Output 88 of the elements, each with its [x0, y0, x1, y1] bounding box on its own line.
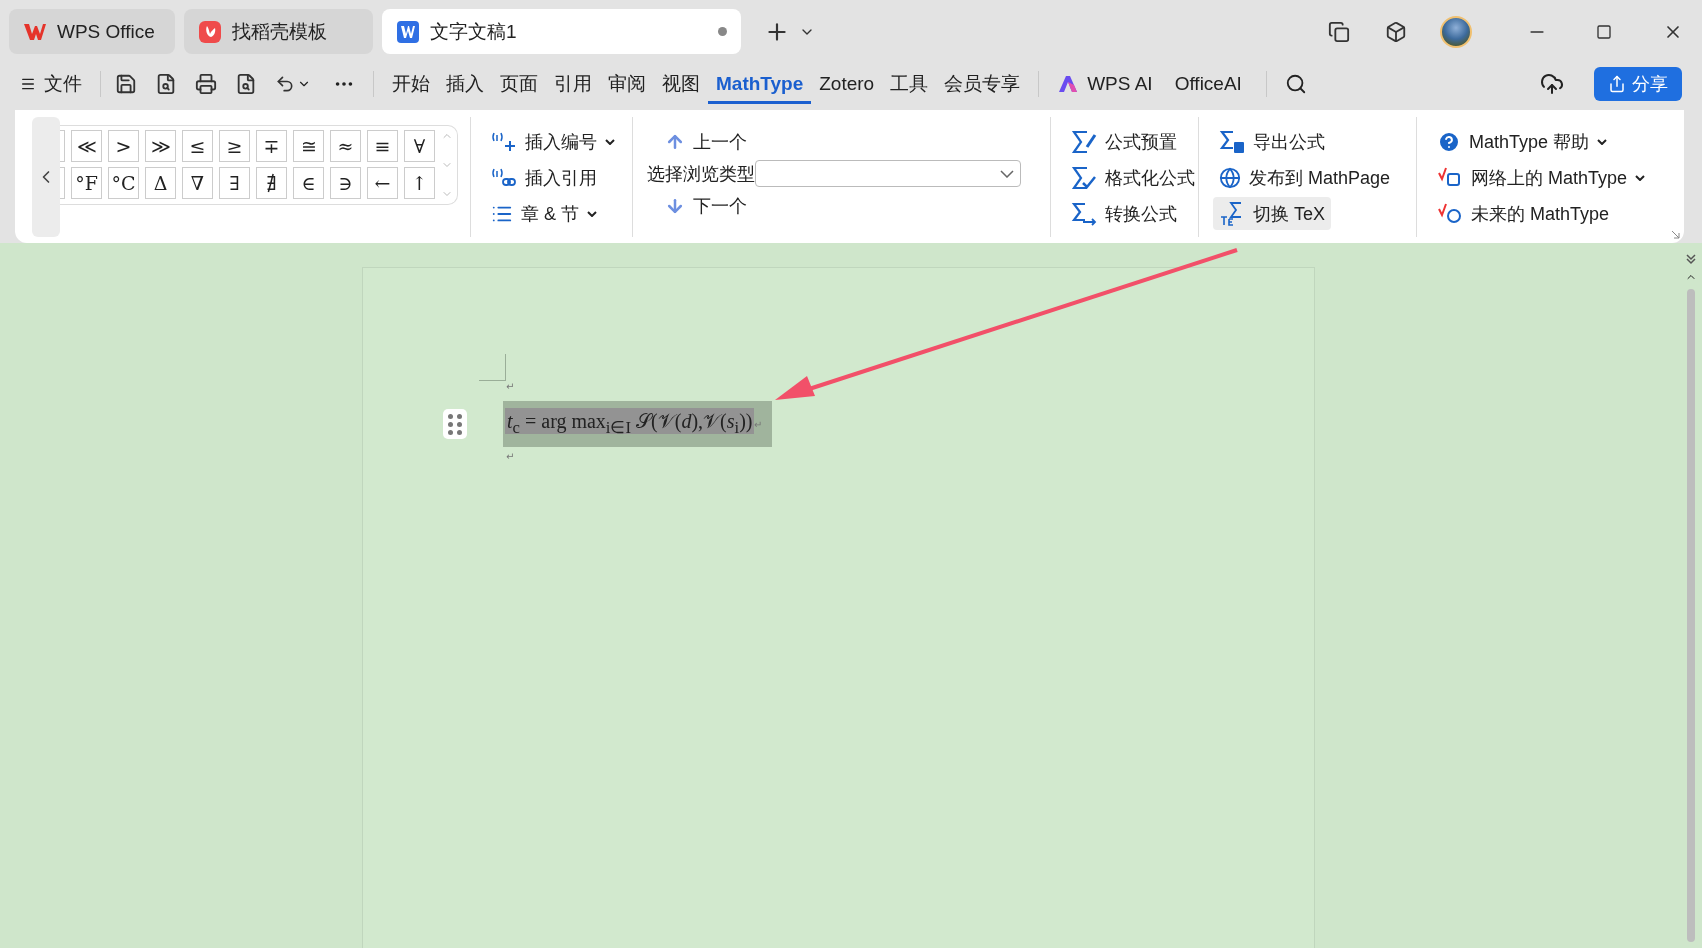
ribbon-button[interactable]: 插入编号: [485, 125, 621, 158]
symbol-cell[interactable]: ≫: [145, 130, 176, 162]
ribbon-button[interactable]: 发布到 MathPage: [1213, 161, 1397, 194]
ribbon-button[interactable]: 格式化公式: [1065, 161, 1201, 194]
symbol-cell[interactable]: >: [108, 130, 139, 162]
ribbon-tab[interactable]: MathType: [708, 63, 812, 104]
symbol-cell[interactable]: ∈: [293, 167, 324, 199]
ribbon-tab[interactable]: 开始: [384, 63, 438, 104]
symbol-cell[interactable]: ↑: [404, 167, 435, 199]
sigma-arrows-icon: [1071, 200, 1097, 227]
ribbon-button[interactable]: 未来的 MathType: [1431, 197, 1616, 230]
sigma-disk-icon: [1219, 128, 1245, 155]
writer-logo-icon: [396, 19, 420, 44]
symbol-cell[interactable]: ∓: [256, 130, 287, 162]
symbol-cell[interactable]: ≈: [330, 130, 361, 162]
reference-icon: [491, 166, 517, 189]
symbol-cell[interactable]: ≡: [367, 130, 398, 162]
sigma-pen-icon: [1071, 128, 1097, 155]
symbol-cell[interactable]: ≅: [293, 130, 324, 162]
collapse-icon[interactable]: [1685, 253, 1697, 265]
ribbon-tab[interactable]: 插入: [438, 63, 492, 104]
maximize-icon[interactable]: [1596, 23, 1612, 40]
paragraph-mark: ↵: [754, 419, 763, 430]
browse-type-label: 选择浏览类型: [647, 162, 755, 186]
symbol-cell[interactable]: [60, 167, 65, 199]
ribbon-button[interactable]: 插入引用: [485, 161, 603, 194]
document-tab[interactable]: 找稻壳模板: [184, 9, 373, 54]
search-icon[interactable]: [1284, 72, 1307, 95]
symbol-cell[interactable]: ∋: [330, 167, 361, 199]
symbol-cell[interactable]: °F: [71, 167, 102, 199]
ribbon-tab[interactable]: OfficeAI: [1166, 63, 1250, 104]
drag-handle[interactable]: [443, 409, 467, 439]
ribbon-tab[interactable]: 引用: [546, 63, 600, 104]
paragraph-mark: ↵: [506, 451, 516, 464]
share-button[interactable]: 分享: [1594, 66, 1682, 101]
numbering-icon: [491, 130, 517, 153]
template-logo-icon: [198, 19, 222, 44]
symbol-cell[interactable]: ∄: [256, 167, 287, 199]
avatar[interactable]: [1440, 15, 1472, 48]
symbol-cell[interactable]: ∇: [182, 167, 213, 199]
document-tab[interactable]: 文字文稿1: [382, 9, 741, 54]
ribbon-button[interactable]: 切换 TeX: [1213, 197, 1332, 230]
margin-corner-mark: [479, 354, 506, 381]
dialog-launcher-icon[interactable]: [1671, 230, 1680, 239]
cloud-upload-icon[interactable]: [1540, 71, 1564, 96]
paragraph-mark: ↵: [506, 381, 516, 394]
ribbon-button[interactable]: 章 & 节: [485, 197, 603, 230]
symbol-cell[interactable]: ←: [367, 167, 398, 199]
formula[interactable]: t$_{c}$ = arg max$_{i∈I}$ 𝒮(𝒱(d),𝒱(s$_{i}$))↵: [503, 401, 773, 447]
ribbon-tab[interactable]: WPS AI: [1049, 63, 1161, 104]
symbol-cell[interactable]: Δ: [145, 167, 176, 199]
symbol-cell[interactable]: [60, 130, 65, 162]
symbol-cell[interactable]: ≤: [182, 130, 213, 162]
print-icon[interactable]: [195, 72, 217, 95]
share-icon: [1608, 74, 1626, 93]
cube-icon[interactable]: [1385, 20, 1407, 43]
caret-icon: [1000, 169, 1014, 178]
symbol-cell[interactable]: ≪: [71, 130, 102, 162]
next-button[interactable]: 下一个: [659, 189, 753, 222]
ribbon-button[interactable]: MathType 帮助: [1431, 125, 1614, 158]
ribbon-tab[interactable]: 工具: [882, 63, 937, 104]
ribbon-button[interactable]: 网络上的 MathType: [1431, 161, 1652, 194]
windows-icon[interactable]: [1328, 20, 1350, 43]
ribbon-tab[interactable]: 会员专享: [936, 63, 1029, 104]
save-icon[interactable]: [115, 72, 137, 95]
scrollbar-thumb[interactable]: [1687, 289, 1695, 942]
document-tab[interactable]: WPS Office: [9, 9, 175, 54]
ribbon-tab[interactable]: 视图: [654, 63, 708, 104]
unsaved-dot: [718, 27, 727, 36]
symbol-cell[interactable]: °C: [108, 167, 139, 199]
ai-logo-icon: [1057, 74, 1080, 93]
undo-icon[interactable]: [275, 73, 295, 94]
file-menu[interactable]: 文件: [36, 63, 90, 104]
symbol-cell[interactable]: ∃: [219, 167, 250, 199]
ribbon-tab[interactable]: 审阅: [600, 63, 654, 104]
file-search-icon[interactable]: [155, 72, 177, 95]
previous-button[interactable]: 上一个: [659, 125, 753, 158]
print-preview-icon[interactable]: [235, 72, 257, 95]
wps-logo-icon: [23, 21, 47, 42]
symbol-cell[interactable]: ≥: [219, 130, 250, 162]
ribbon-button[interactable]: 转换公式: [1065, 197, 1183, 230]
ribbon-tab[interactable]: Zotero: [811, 63, 883, 104]
sigma-check-icon: [1071, 164, 1097, 191]
ribbon-button[interactable]: 公式预置: [1065, 125, 1183, 158]
ribbon-button[interactable]: 导出公式: [1213, 125, 1331, 158]
globe-icon: [1219, 166, 1241, 189]
ribbon-tab[interactable]: 页面: [492, 63, 546, 104]
symbol-cell[interactable]: ∀: [404, 130, 435, 162]
